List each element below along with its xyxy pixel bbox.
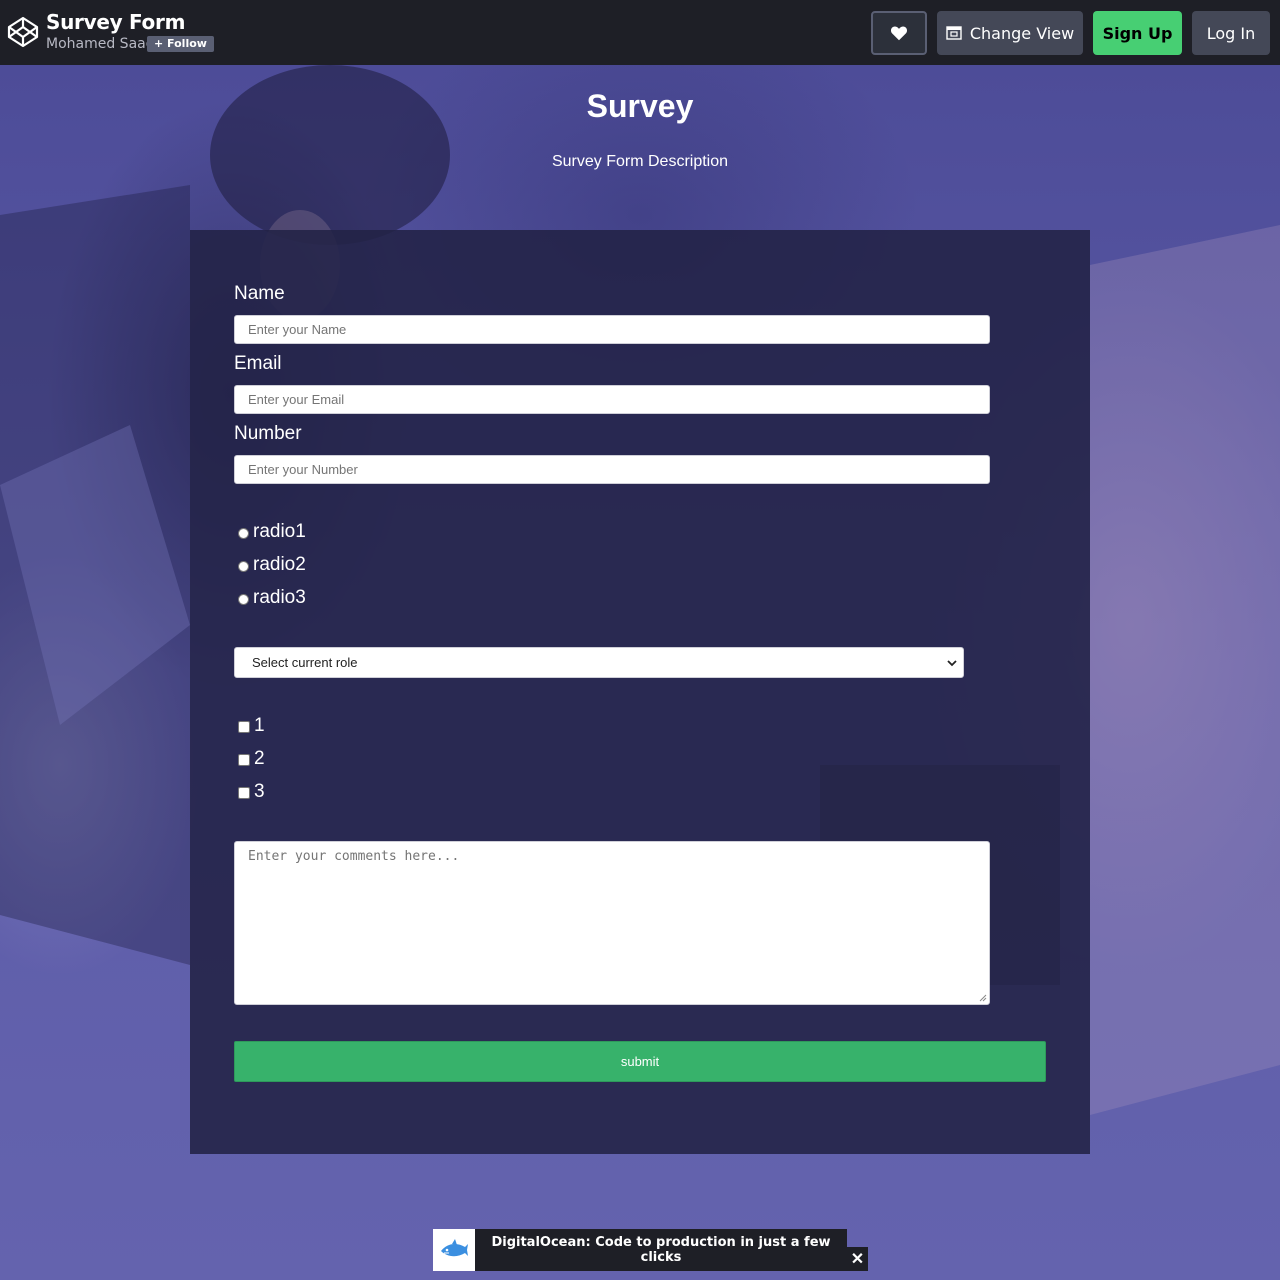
ad-logo	[433, 1229, 475, 1271]
ad-banner[interactable]: DigitalOcean: Code to production in just…	[433, 1229, 847, 1271]
radio-label: radio1	[253, 521, 306, 542]
survey-form: Name Email Number radio1 radio2 radio3 S…	[190, 230, 1090, 1154]
radio-option-2[interactable]: radio2	[238, 554, 306, 576]
checkbox-label: 1	[254, 715, 265, 736]
radio-label: radio2	[253, 554, 306, 575]
name-label: Name	[234, 283, 285, 304]
checkbox-label: 3	[254, 781, 265, 802]
resize-handle-icon[interactable]	[979, 994, 987, 1002]
change-view-button[interactable]: Change View	[937, 11, 1083, 55]
email-input[interactable]	[234, 385, 990, 414]
checkbox-option-3[interactable]: 3	[238, 781, 265, 803]
radio-button[interactable]	[238, 594, 249, 605]
chevron-down-icon	[947, 660, 957, 667]
radio-label: radio3	[253, 587, 306, 608]
comments-placeholder: Enter your comments here...	[248, 849, 460, 864]
number-input[interactable]	[234, 455, 990, 484]
checkbox-label: 2	[254, 748, 265, 769]
shark-icon	[441, 1239, 468, 1257]
submit-button[interactable]: submit	[234, 1041, 1046, 1082]
email-label: Email	[234, 353, 282, 374]
log-in-button[interactable]: Log In	[1192, 11, 1270, 55]
follow-button[interactable]: + Follow	[147, 36, 214, 52]
heart-icon	[890, 26, 908, 41]
sign-up-button[interactable]: Sign Up	[1093, 11, 1182, 55]
author-name[interactable]: Mohamed Saad	[46, 36, 155, 52]
radio-button[interactable]	[238, 561, 249, 572]
change-view-label: Change View	[969, 23, 1075, 43]
like-button[interactable]	[871, 11, 927, 55]
layout-icon	[946, 26, 962, 40]
codepen-logo-icon[interactable]	[7, 16, 39, 48]
pen-title: Survey Form	[46, 10, 186, 34]
role-select[interactable]: Select current role	[234, 647, 964, 678]
checkbox-option-1[interactable]: 1	[238, 715, 265, 737]
role-select-value: Select current role	[252, 655, 358, 670]
name-input[interactable]	[234, 315, 990, 344]
close-ad-button[interactable]: ✕	[847, 1247, 868, 1271]
radio-button[interactable]	[238, 528, 249, 539]
checkbox-option-2[interactable]: 2	[238, 748, 265, 770]
top-bar: Survey Form Mohamed Saad + Follow Change…	[0, 0, 1280, 65]
checkbox[interactable]	[238, 787, 250, 799]
page-description: Survey Form Description	[551, 153, 729, 170]
checkbox[interactable]	[238, 721, 250, 733]
ad-text[interactable]: DigitalOcean: Code to production in just…	[475, 1235, 847, 1265]
checkbox[interactable]	[238, 754, 250, 766]
radio-option-1[interactable]: radio1	[238, 521, 306, 543]
page-title: Survey	[586, 88, 694, 124]
number-label: Number	[234, 423, 302, 444]
comments-textarea[interactable]: Enter your comments here...	[234, 841, 990, 1005]
radio-option-3[interactable]: radio3	[238, 587, 306, 609]
